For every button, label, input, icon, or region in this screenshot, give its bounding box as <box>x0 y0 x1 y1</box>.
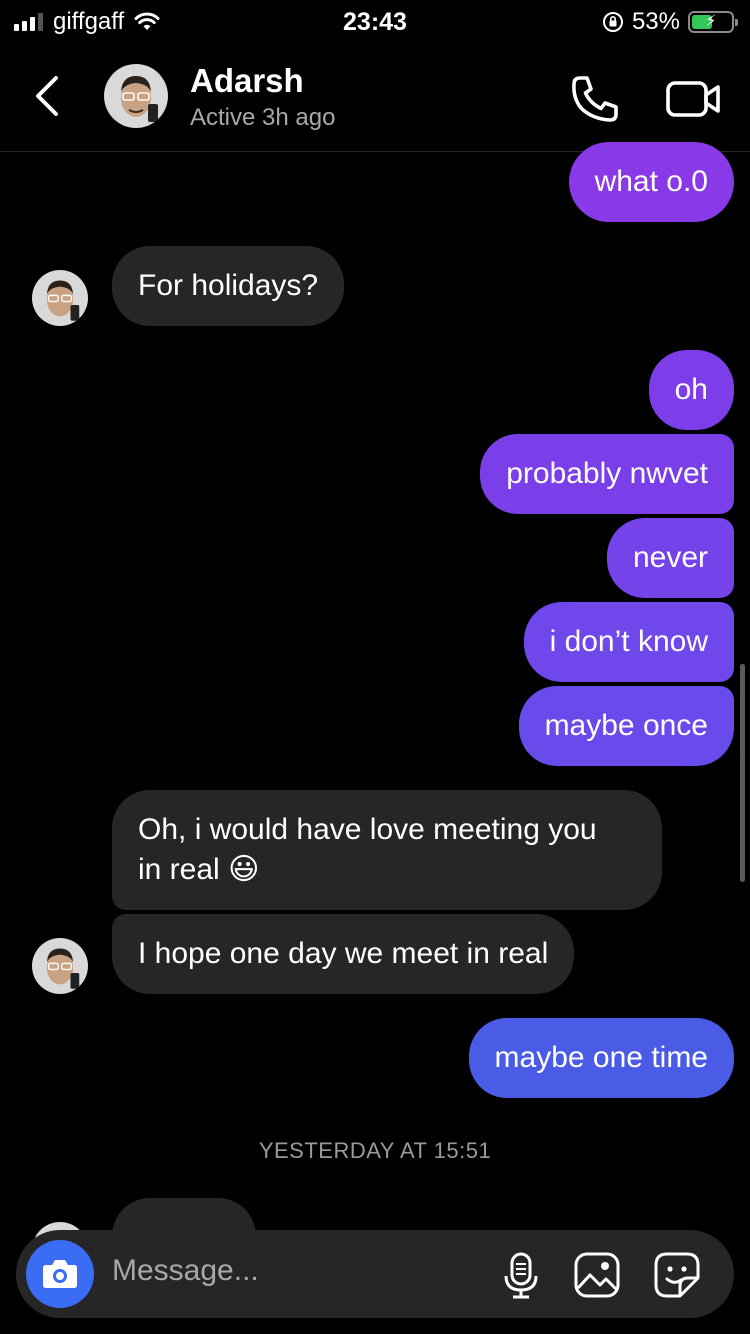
battery-percent: 53% <box>631 8 680 35</box>
camera-button[interactable] <box>26 1240 94 1308</box>
message-line: Oh, i would have love meeting you <box>138 813 597 846</box>
battery-icon: ⚡ <box>688 11 738 33</box>
status-right: 53% ⚡ <box>602 8 738 36</box>
video-camera-icon[interactable] <box>664 72 724 126</box>
back-icon[interactable] <box>30 72 66 120</box>
contact-name[interactable]: Adarsh <box>190 62 304 100</box>
message-outgoing[interactable]: i don’t know <box>523 602 734 682</box>
message-outgoing[interactable]: probably nwvet <box>480 434 734 514</box>
charging-bolt-icon: ⚡ <box>705 13 717 30</box>
avatar[interactable] <box>32 938 88 994</box>
message-incoming[interactable]: I hope one day we meet in real <box>112 914 575 994</box>
gallery-icon[interactable] <box>572 1250 622 1300</box>
smile-emoji-icon: 😃 <box>228 853 260 886</box>
message-outgoing[interactable]: never <box>606 518 734 598</box>
phone-icon[interactable] <box>568 72 622 126</box>
message-composer <box>16 1230 734 1318</box>
message-outgoing[interactable]: what o.0 <box>568 142 734 222</box>
status-bar: giffgaff 23:43 53% ⚡ <box>0 0 750 42</box>
message-incoming[interactable]: For holidays? <box>112 246 345 326</box>
message-incoming[interactable]: Oh, i would have love meeting you in rea… <box>112 790 662 910</box>
date-separator: YESTERDAY AT 15:51 <box>258 1138 492 1163</box>
message-line: in real <box>138 853 220 886</box>
sticker-icon[interactable] <box>652 1250 702 1300</box>
avatar[interactable] <box>32 270 88 326</box>
message-outgoing[interactable]: maybe one time <box>468 1018 734 1098</box>
message-outgoing[interactable]: oh <box>648 350 734 430</box>
microphone-icon[interactable] <box>496 1250 546 1300</box>
active-status: Active 3h ago <box>190 104 336 131</box>
camera-icon <box>43 1260 77 1288</box>
message-outgoing[interactable]: maybe once <box>518 686 734 766</box>
scrollbar[interactable] <box>740 664 745 882</box>
conversation-header: Adarsh Active 3h ago <box>0 42 750 152</box>
avatar[interactable] <box>104 64 168 128</box>
orientation-lock-icon <box>602 12 623 32</box>
message-input[interactable] <box>112 1254 472 1288</box>
